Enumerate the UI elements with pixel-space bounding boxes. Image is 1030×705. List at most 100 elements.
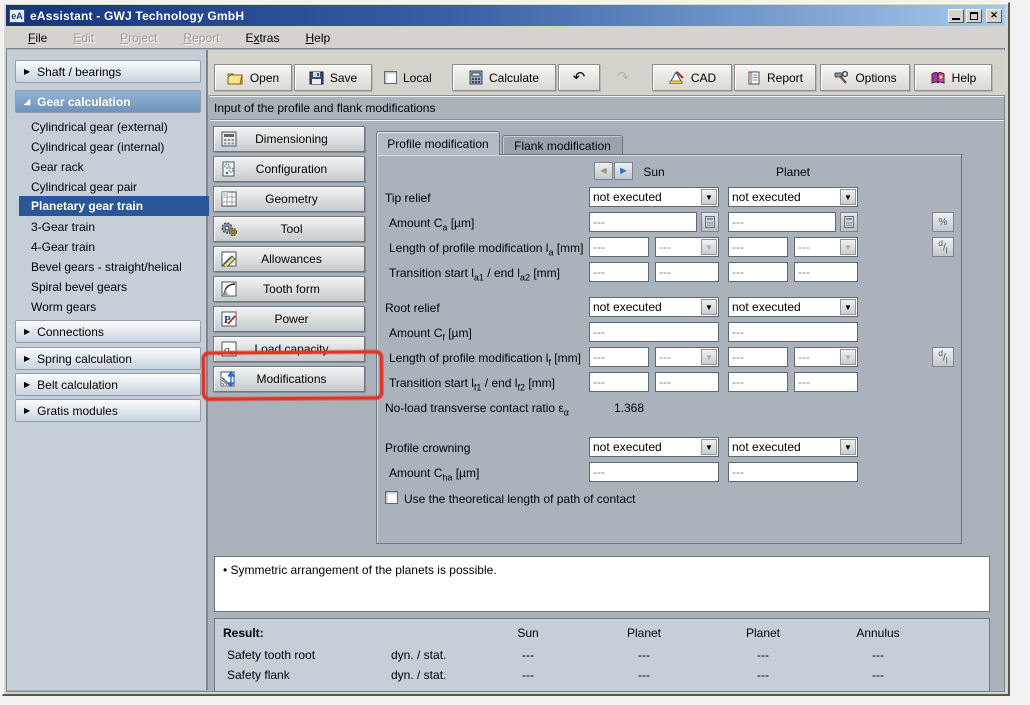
length-la-planet-input[interactable] bbox=[728, 237, 788, 257]
help-button[interactable]: Help bbox=[914, 64, 992, 91]
amount-ca-sun-calc-button[interactable] bbox=[701, 212, 719, 232]
dropdown-arrow-icon[interactable]: ▼ bbox=[701, 299, 717, 315]
tab-profile-modification[interactable]: Profile modification bbox=[376, 131, 500, 155]
dimensioning-button[interactable]: Dimensioning bbox=[213, 126, 365, 152]
root-relief-planet-select[interactable]: not executed▼ bbox=[728, 297, 858, 317]
dropdown-arrow-icon[interactable]: ▼ bbox=[840, 189, 856, 205]
result-panel: Result: Sun Planet Planet Annulus Safety… bbox=[214, 618, 990, 692]
amount-cf-planet-input[interactable] bbox=[728, 322, 858, 342]
dropdown-arrow-icon[interactable]: ▼ bbox=[840, 439, 856, 455]
amount-ca-planet-input[interactable] bbox=[728, 212, 836, 232]
cad-button[interactable]: CAD bbox=[652, 64, 732, 91]
length-la-sun-select[interactable]: ---▼ bbox=[655, 237, 719, 257]
menu-report: Report bbox=[183, 31, 219, 45]
dl-ratio-button[interactable]: d/l bbox=[932, 347, 954, 367]
theoretical-length-checkbox[interactable] bbox=[385, 491, 398, 504]
app-icon: eA bbox=[9, 9, 25, 23]
collapsed-arrow-icon: ▶ bbox=[24, 67, 30, 76]
length-lf-sun-input[interactable] bbox=[589, 347, 649, 367]
calculate-button[interactable]: Calculate bbox=[452, 64, 556, 91]
result-value: --- bbox=[599, 668, 689, 682]
length-lf-sun-select[interactable]: ---▼ bbox=[655, 347, 719, 367]
sidebar-group-gear-calculation[interactable]: ◢ Gear calculation bbox=[15, 90, 201, 113]
result-title: Result: bbox=[223, 626, 264, 640]
grid-icon bbox=[219, 190, 239, 208]
svg-text:P: P bbox=[224, 314, 231, 326]
menu-file[interactable]: File bbox=[28, 31, 47, 45]
menu-help[interactable]: Help bbox=[305, 31, 330, 45]
length-lf-planet-select[interactable]: ---▼ bbox=[794, 347, 858, 367]
profile-crowning-sun-select[interactable]: not executed▼ bbox=[589, 437, 719, 457]
sidebar-item-cylindrical-gear-pair[interactable]: Cylindrical gear pair bbox=[15, 177, 207, 197]
sidebar-item-4-gear-train[interactable]: 4-Gear train bbox=[15, 237, 207, 257]
minimize-button[interactable] bbox=[948, 9, 964, 23]
local-checkbox[interactable] bbox=[384, 71, 397, 84]
transition-a2-sun-input[interactable] bbox=[655, 262, 719, 282]
tab-flank-modification[interactable]: Flank modification bbox=[502, 135, 623, 155]
dropdown-arrow-icon[interactable]: ▼ bbox=[840, 299, 856, 315]
sidebar-group-connections[interactable]: ▶ Connections bbox=[15, 320, 201, 343]
message-text: • Symmetric arrangement of the planets i… bbox=[223, 563, 497, 577]
tip-relief-sun-select[interactable]: not executed▼ bbox=[589, 187, 719, 207]
dl-ratio-button[interactable]: d/l bbox=[932, 237, 954, 257]
length-la-sun-input[interactable] bbox=[589, 237, 649, 257]
amount-ca-sun-input[interactable] bbox=[589, 212, 697, 232]
transition-a2-planet-input[interactable] bbox=[794, 262, 858, 282]
dropdown-arrow-icon[interactable]: ▼ bbox=[701, 439, 717, 455]
tooth-form-button[interactable]: Tooth form bbox=[213, 276, 365, 302]
sidebar-group-gratis-modules[interactable]: ▶ Gratis modules bbox=[15, 399, 201, 422]
sidebar-item-cylindrical-gear-internal[interactable]: Cylindrical gear (internal) bbox=[15, 137, 207, 157]
dropdown-arrow-icon[interactable]: ▼ bbox=[701, 189, 717, 205]
transition-a1-planet-input[interactable] bbox=[728, 262, 788, 282]
sidebar-item-3-gear-train[interactable]: 3-Gear train bbox=[15, 217, 207, 237]
options-button[interactable]: Options bbox=[820, 64, 910, 91]
menu-extras[interactable]: Extras bbox=[245, 31, 279, 45]
undo-button[interactable]: ↶ bbox=[558, 64, 600, 91]
open-button[interactable]: Open bbox=[214, 64, 292, 91]
configuration-button[interactable]: Configuration bbox=[213, 156, 365, 182]
gears-icon bbox=[219, 220, 239, 238]
close-button[interactable]: ✕ bbox=[986, 9, 1002, 23]
amount-cf-sun-input[interactable] bbox=[589, 322, 719, 342]
amount-cha-planet-input[interactable] bbox=[728, 462, 858, 482]
tooth-profile-icon bbox=[219, 280, 239, 298]
result-column-sun: Sun bbox=[483, 626, 573, 640]
allowances-button[interactable]: Allowances bbox=[213, 246, 365, 272]
calculator-icon bbox=[705, 216, 715, 228]
tip-relief-planet-select[interactable]: not executed▼ bbox=[728, 187, 858, 207]
transition-f2-planet-input[interactable] bbox=[794, 372, 858, 392]
root-relief-sun-select[interactable]: not executed▼ bbox=[589, 297, 719, 317]
tool-button[interactable]: Tool bbox=[213, 216, 365, 242]
sidebar-item-cylindrical-gear-external[interactable]: Cylindrical gear (external) bbox=[15, 117, 207, 137]
transition-f1-planet-input[interactable] bbox=[728, 372, 788, 392]
transition-f1-sun-input[interactable] bbox=[589, 372, 649, 392]
title-bar: eA eAssistant - GWJ Technology GmbH ✕ bbox=[6, 5, 1005, 26]
amount-ca-planet-calc-button[interactable] bbox=[840, 212, 858, 232]
length-la-planet-select[interactable]: ---▼ bbox=[794, 237, 858, 257]
sidebar-group-shaft-bearings[interactable]: ▶ Shaft / bearings bbox=[15, 60, 201, 83]
sidebar-item-bevel-gears[interactable]: Bevel gears - straight/helical bbox=[15, 257, 207, 277]
maximize-button[interactable] bbox=[966, 9, 982, 23]
transition-a1-sun-input[interactable] bbox=[589, 262, 649, 282]
modifications-button[interactable]: Modifications bbox=[213, 366, 365, 392]
sidebar-item-spiral-bevel-gears[interactable]: Spiral bevel gears bbox=[15, 277, 207, 297]
sidebar-group-belt-calculation[interactable]: ▶ Belt calculation bbox=[15, 373, 201, 396]
sidebar-item-gear-rack[interactable]: Gear rack bbox=[15, 157, 207, 177]
amount-cha-sun-input[interactable] bbox=[589, 462, 719, 482]
save-button[interactable]: Save bbox=[294, 64, 372, 91]
transition-a-label: Transition start la1 / end la2 [mm] bbox=[389, 266, 560, 282]
length-lf-planet-input[interactable] bbox=[728, 347, 788, 367]
sidebar-group-spring-calculation[interactable]: ▶ Spring calculation bbox=[15, 347, 201, 370]
sidebar-item-planetary-gear-train[interactable]: Planetary gear train bbox=[19, 196, 209, 216]
power-button[interactable]: P Power bbox=[213, 306, 365, 332]
amount-cha-label: Amount Cha [µm] bbox=[389, 466, 479, 482]
geometry-button[interactable]: Geometry bbox=[213, 186, 365, 212]
report-button[interactable]: Report bbox=[734, 64, 816, 91]
minimize-icon bbox=[952, 18, 960, 20]
percent-button[interactable]: % bbox=[932, 212, 954, 232]
profile-crowning-planet-select[interactable]: not executed▼ bbox=[728, 437, 858, 457]
navigation-sidebar: ▶ Shaft / bearings ◢ Gear calculation Cy… bbox=[7, 50, 208, 690]
load-capacity-button[interactable]: σx Load capacity bbox=[213, 336, 365, 362]
sidebar-item-worm-gears[interactable]: Worm gears bbox=[15, 297, 207, 317]
transition-f2-sun-input[interactable] bbox=[655, 372, 719, 392]
